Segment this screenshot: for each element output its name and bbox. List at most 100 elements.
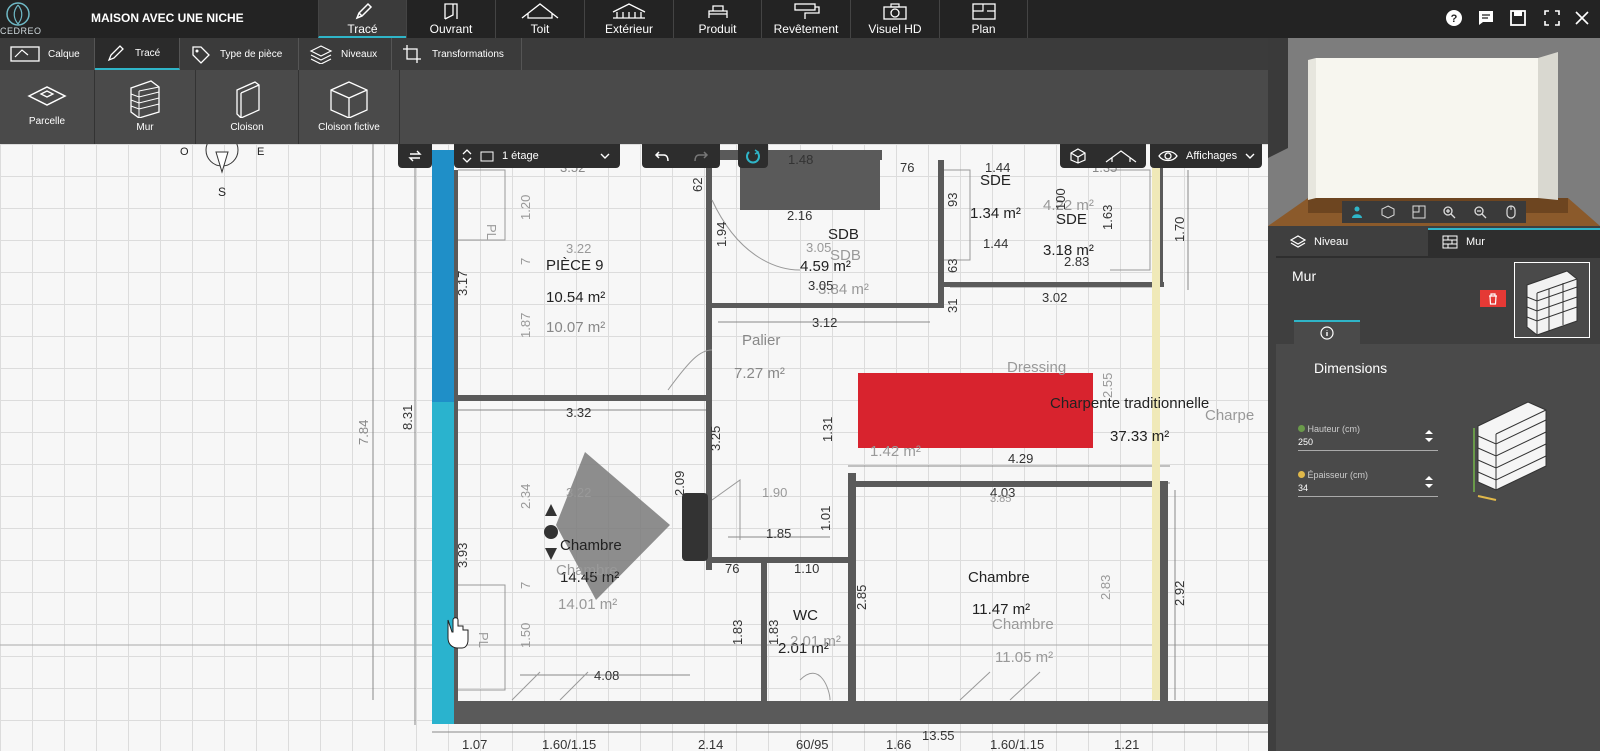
dim-label: 1.44 bbox=[983, 236, 1008, 251]
mouse-icon[interactable] bbox=[1504, 205, 1518, 219]
cube-icon[interactable] bbox=[1069, 148, 1087, 164]
dim-label: 2.16 bbox=[787, 208, 812, 223]
dim-label: 3.22 bbox=[566, 241, 591, 256]
level-selector[interactable]: 1 étage bbox=[454, 144, 620, 168]
room-area-ghost: 1.42 m² bbox=[870, 443, 921, 460]
info-tab[interactable] bbox=[1294, 320, 1360, 344]
dim-label: 3.05 bbox=[806, 240, 831, 255]
dim-label: 1.70 bbox=[1172, 217, 1187, 242]
display-menu[interactable]: Affichages bbox=[1150, 144, 1262, 168]
zoom-in-icon[interactable] bbox=[1442, 205, 1456, 219]
tab-trace[interactable]: Tracé bbox=[318, 0, 406, 38]
partition-icon bbox=[236, 81, 260, 118]
dim-label: 4.29 bbox=[1008, 451, 1033, 466]
level-select-value[interactable]: 1 étage bbox=[502, 150, 592, 162]
zoom-out-icon[interactable] bbox=[1473, 205, 1487, 219]
level-stepper-icon[interactable] bbox=[462, 148, 472, 164]
floor-plan-canvas[interactable]: O E S PIÈCE 9 10.54 m² 10.07 m² SDB 4.59… bbox=[0, 144, 1268, 751]
transform-icon bbox=[403, 45, 421, 63]
product-icon bbox=[707, 5, 728, 18]
room-name-ghost: Chambre bbox=[556, 562, 618, 579]
tab-produit[interactable]: Produit bbox=[673, 0, 761, 38]
plan-view-icon[interactable] bbox=[1412, 205, 1426, 219]
brick-wall-icon bbox=[1526, 270, 1578, 336]
pencil-icon bbox=[355, 2, 372, 20]
logo-text: CEDREO bbox=[0, 26, 42, 36]
3d-preview[interactable] bbox=[1268, 38, 1600, 226]
magnet-button[interactable] bbox=[738, 144, 768, 168]
thickness-field[interactable]: Épaisseur (cm) 34 bbox=[1298, 470, 1438, 497]
subtab-calque[interactable]: Calque bbox=[0, 38, 95, 70]
room-name-ghost: Chambre bbox=[992, 616, 1054, 633]
tab-plan[interactable]: Plan bbox=[939, 0, 1028, 38]
tool-parcelle[interactable]: Parcelle bbox=[0, 70, 95, 144]
tool-cloison[interactable]: Cloison bbox=[196, 70, 299, 144]
tab-ouvrant[interactable]: Ouvrant bbox=[406, 0, 495, 38]
close-icon[interactable] bbox=[1572, 8, 1592, 28]
dim-label: 7 bbox=[518, 258, 533, 265]
room-name: Charpente traditionnelle bbox=[1050, 395, 1209, 412]
room-area-ghost: 2.01 m² bbox=[790, 633, 841, 650]
dim-label: PL bbox=[484, 224, 499, 240]
person-icon[interactable] bbox=[1350, 205, 1364, 219]
subtab-niveaux[interactable]: Niveaux bbox=[299, 38, 392, 70]
app-logo[interactable]: CEDREO bbox=[0, 0, 44, 38]
exterior-icon bbox=[612, 3, 646, 19]
cube-icon[interactable] bbox=[1381, 205, 1395, 219]
thickness-dot-icon bbox=[1298, 471, 1305, 478]
tool-mur[interactable]: Mur bbox=[95, 70, 196, 144]
subtab-transformations[interactable]: Transformations bbox=[392, 38, 522, 70]
dimensions-heading: Dimensions bbox=[1314, 360, 1388, 376]
dim-label: 63 bbox=[945, 259, 960, 273]
roof-view-icon[interactable] bbox=[1104, 148, 1138, 164]
dim-label: 1.01 bbox=[818, 506, 833, 531]
dim-label: 3.25 bbox=[708, 426, 723, 451]
help-icon[interactable]: ? bbox=[1444, 8, 1464, 28]
tool-cloison-fictive[interactable]: Cloison fictive bbox=[299, 70, 400, 144]
thickness-stepper-icon[interactable] bbox=[1424, 474, 1434, 490]
thickness-value[interactable]: 34 bbox=[1298, 483, 1438, 497]
height-value[interactable]: 250 bbox=[1298, 437, 1438, 451]
dim-label: 3.02 bbox=[1042, 290, 1067, 305]
dim-label: 1.90 bbox=[762, 485, 787, 500]
undo-icon[interactable] bbox=[654, 149, 670, 163]
room-name: SDB bbox=[828, 226, 859, 243]
camera-position-icon[interactable] bbox=[544, 525, 558, 539]
dim-label: 2.83 bbox=[1064, 254, 1089, 269]
delete-button[interactable] bbox=[1480, 290, 1506, 307]
arrow-up-icon[interactable] bbox=[545, 504, 557, 516]
height-field[interactable]: Hauteur (cm) 250 bbox=[1298, 424, 1438, 451]
dim-label: 76 bbox=[900, 160, 914, 175]
room-name: Palier bbox=[742, 332, 780, 349]
tab-visuel-hd[interactable]: Visuel HD bbox=[850, 0, 939, 38]
subtab-trace[interactable]: Tracé bbox=[95, 38, 180, 70]
dim-label: 3.93 bbox=[455, 543, 470, 568]
save-icon[interactable] bbox=[1508, 8, 1528, 28]
dim-label: 1.20 bbox=[518, 195, 533, 220]
tab-exterieur[interactable]: Extérieur bbox=[584, 0, 673, 38]
door-icon bbox=[444, 3, 458, 20]
floor-plan[interactable]: O E S PIÈCE 9 10.54 m² 10.07 m² SDB 4.59… bbox=[0, 144, 1268, 751]
chat-icon[interactable] bbox=[1476, 8, 1496, 28]
3d-scene[interactable] bbox=[1268, 38, 1600, 226]
dim-label: 1.10 bbox=[794, 561, 819, 576]
dim-label: 1.94 bbox=[714, 222, 729, 247]
swap-button[interactable] bbox=[398, 144, 432, 168]
chevron-down-icon bbox=[1245, 153, 1255, 159]
tab-revetement[interactable]: Revêtement bbox=[761, 0, 850, 38]
tab-niveau[interactable]: Niveau bbox=[1276, 228, 1428, 256]
selected-wall-lower[interactable] bbox=[432, 402, 454, 724]
redo-icon[interactable] bbox=[693, 149, 709, 163]
fullscreen-icon[interactable] bbox=[1542, 8, 1562, 28]
selected-wall-upper[interactable] bbox=[432, 150, 454, 402]
dim-label: 100 bbox=[1053, 188, 1068, 210]
arrow-down-icon[interactable] bbox=[545, 548, 557, 560]
tab-mur[interactable]: Mur bbox=[1428, 228, 1600, 256]
room-name: Chambre bbox=[560, 537, 622, 554]
camera-marker[interactable] bbox=[682, 493, 708, 561]
height-stepper-icon[interactable] bbox=[1424, 428, 1434, 444]
tab-toit[interactable]: Toit bbox=[495, 0, 584, 38]
height-dot-icon bbox=[1298, 425, 1305, 432]
wall-3d-icon bbox=[1473, 401, 1547, 501]
subtab-type-de-piece[interactable]: Type de pièce bbox=[180, 38, 299, 70]
